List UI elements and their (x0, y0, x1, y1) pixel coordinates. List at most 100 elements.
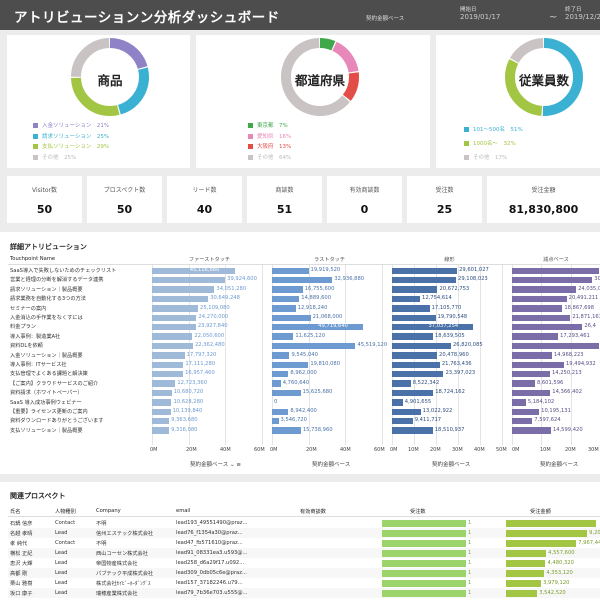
attribution-bar[interactable] (152, 399, 172, 406)
table-cell-email[interactable]: lead193_49551490@praz... (176, 520, 296, 526)
legend-item[interactable]: その他 17% (464, 151, 523, 165)
attribution-bar[interactable] (272, 267, 309, 274)
attribution-bar[interactable] (392, 314, 436, 321)
attribution-bar[interactable] (512, 323, 583, 331)
touchpoint-header[interactable]: Touchpoint Name (10, 256, 90, 262)
won-bar[interactable] (382, 569, 466, 577)
attribution-bar[interactable] (152, 361, 184, 368)
attribution-bar[interactable] (152, 417, 170, 425)
attribution-bar[interactable] (272, 295, 300, 303)
attribution-bar[interactable] (512, 286, 577, 293)
legend-item[interactable]: 101〜500名 51% (464, 123, 523, 137)
touchpoint-name[interactable]: 導入事例：ITサービス社 (10, 361, 150, 368)
attribution-bar[interactable] (272, 314, 311, 321)
touchpoint-name[interactable]: 入金ソリューション｜製品概要 (10, 352, 150, 359)
attribution-bar[interactable] (392, 352, 438, 359)
legend-item[interactable]: その他 64% (248, 153, 291, 164)
col-header-won-amount[interactable]: 受注金額 (530, 508, 551, 515)
attribution-bar[interactable] (392, 333, 433, 340)
touchpoint-name[interactable]: セミナーの案内 (10, 305, 150, 312)
legend-item[interactable]: 愛知県 16% (248, 132, 291, 143)
attribution-bar[interactable] (392, 286, 438, 293)
attribution-bar[interactable] (392, 389, 434, 397)
attribution-bar[interactable] (272, 427, 301, 434)
attribution-bar[interactable] (512, 314, 571, 321)
attribution-bar[interactable] (152, 342, 193, 350)
touchpoint-name[interactable]: 請求業務を自動化する3つの方法 (10, 295, 150, 302)
attribution-bar[interactable] (512, 417, 533, 425)
amount-bar[interactable] (506, 579, 542, 587)
attribution-bar[interactable] (392, 380, 411, 387)
col-header-linear[interactable]: 線形 (392, 256, 507, 263)
attribution-bar[interactable] (392, 295, 421, 303)
table-cell-email[interactable]: lead47_fb571610@praz... (176, 540, 296, 546)
table-cell-email[interactable]: lead309_0db05c6e@praz... (176, 570, 296, 576)
touchpoint-name[interactable]: 営業と経理の分断を解消するデータ連携 (10, 276, 150, 283)
col-header-last-touch[interactable]: ラストタッチ (272, 256, 387, 263)
touchpoint-name[interactable]: 請求ソリューション｜製品概要 (10, 286, 150, 293)
attribution-bar[interactable] (272, 389, 301, 397)
attribution-bar[interactable] (392, 427, 433, 434)
attribution-bar[interactable] (512, 361, 564, 368)
attribution-bar[interactable] (152, 352, 185, 359)
touchpoint-name[interactable]: 【重要】ライセンス更新のご案内 (10, 408, 150, 415)
amount-bar[interactable] (506, 559, 546, 567)
legend-item[interactable]: 大阪府 13% (248, 142, 291, 153)
attribution-bar[interactable] (512, 333, 559, 340)
attribution-bar[interactable] (152, 370, 184, 378)
won-bar[interactable] (382, 529, 466, 537)
attribution-bar[interactable] (272, 380, 281, 387)
sort-icon[interactable]: ≡ (236, 462, 241, 468)
attribution-bar[interactable] (392, 305, 430, 312)
table-cell-email[interactable]: lead157_37182246.u79... (176, 580, 296, 586)
attribution-bar[interactable] (512, 399, 526, 406)
amount-bar[interactable] (506, 539, 577, 547)
attribution-bar[interactable] (272, 333, 294, 340)
attribution-bar[interactable] (392, 399, 403, 406)
legend-item[interactable]: その他 25% (33, 153, 109, 164)
legend-item[interactable]: 請求ソリューション 25% (33, 132, 109, 143)
attribution-bar[interactable] (152, 323, 196, 331)
attribution-bar[interactable] (152, 333, 193, 340)
attribution-bar[interactable] (272, 352, 290, 359)
touchpoint-name[interactable]: 【ご案内】クラウドサービスのご紹介 (10, 380, 150, 387)
touchpoint-name[interactable]: 支払管理でよくある課題と解決策 (10, 370, 150, 377)
table-cell-email[interactable]: lead76_f1354a30@praz... (176, 530, 296, 536)
amount-bar[interactable] (506, 529, 588, 537)
attribution-bar[interactable] (512, 276, 593, 284)
attribution-bar[interactable] (152, 389, 172, 397)
attribution-bar[interactable] (272, 408, 289, 415)
attribution-bar[interactable] (392, 361, 440, 368)
won-bar[interactable] (382, 579, 466, 587)
attribution-bar[interactable] (512, 370, 550, 378)
attribution-bar[interactable] (392, 408, 421, 415)
attribution-bar[interactable] (272, 286, 303, 293)
attribution-bar[interactable] (272, 361, 309, 368)
table-cell-email[interactable]: lead91_08331ea3.u593@... (176, 550, 296, 556)
sort-desc-icon[interactable]: ⌄ (230, 462, 235, 468)
legend-item[interactable]: 支払ソリューション 29% (33, 142, 109, 153)
attribution-bar[interactable] (392, 417, 413, 425)
won-bar[interactable] (382, 549, 466, 557)
attribution-bar[interactable] (512, 427, 551, 434)
touchpoint-name[interactable]: 資料請求（ホワイトペーパー） (10, 389, 150, 396)
attribution-bar[interactable] (512, 389, 551, 397)
attribution-bar[interactable] (512, 267, 599, 274)
attribution-bar[interactable] (272, 305, 296, 312)
col-header-valid-deals[interactable]: 有効商談数 (300, 508, 326, 515)
won-bar[interactable] (382, 559, 466, 567)
table-cell-email[interactable]: lead79_7b36e703.u555@... (176, 590, 296, 596)
col-header-won[interactable]: 受注数 (410, 508, 426, 515)
touchpoint-name[interactable]: 資料ダウンロードありがとうございます (10, 417, 150, 424)
attribution-bar[interactable] (152, 427, 170, 434)
touchpoint-name[interactable]: SaaS 導入成功事例ウェビナー (10, 399, 150, 406)
table-cell-email[interactable]: lead258_d6a29f17.u092... (176, 560, 296, 566)
attribution-bar[interactable] (512, 342, 600, 350)
won-bar[interactable] (382, 519, 466, 527)
touchpoint-name[interactable]: 資料DLを依頼 (10, 342, 150, 349)
legend-item[interactable]: 東京都 7% (248, 121, 291, 132)
attribution-bar[interactable] (152, 276, 226, 284)
attribution-bar[interactable] (392, 342, 451, 350)
col-header-first-touch[interactable]: ファーストタッチ (152, 256, 267, 263)
amount-bar[interactable] (506, 589, 538, 597)
